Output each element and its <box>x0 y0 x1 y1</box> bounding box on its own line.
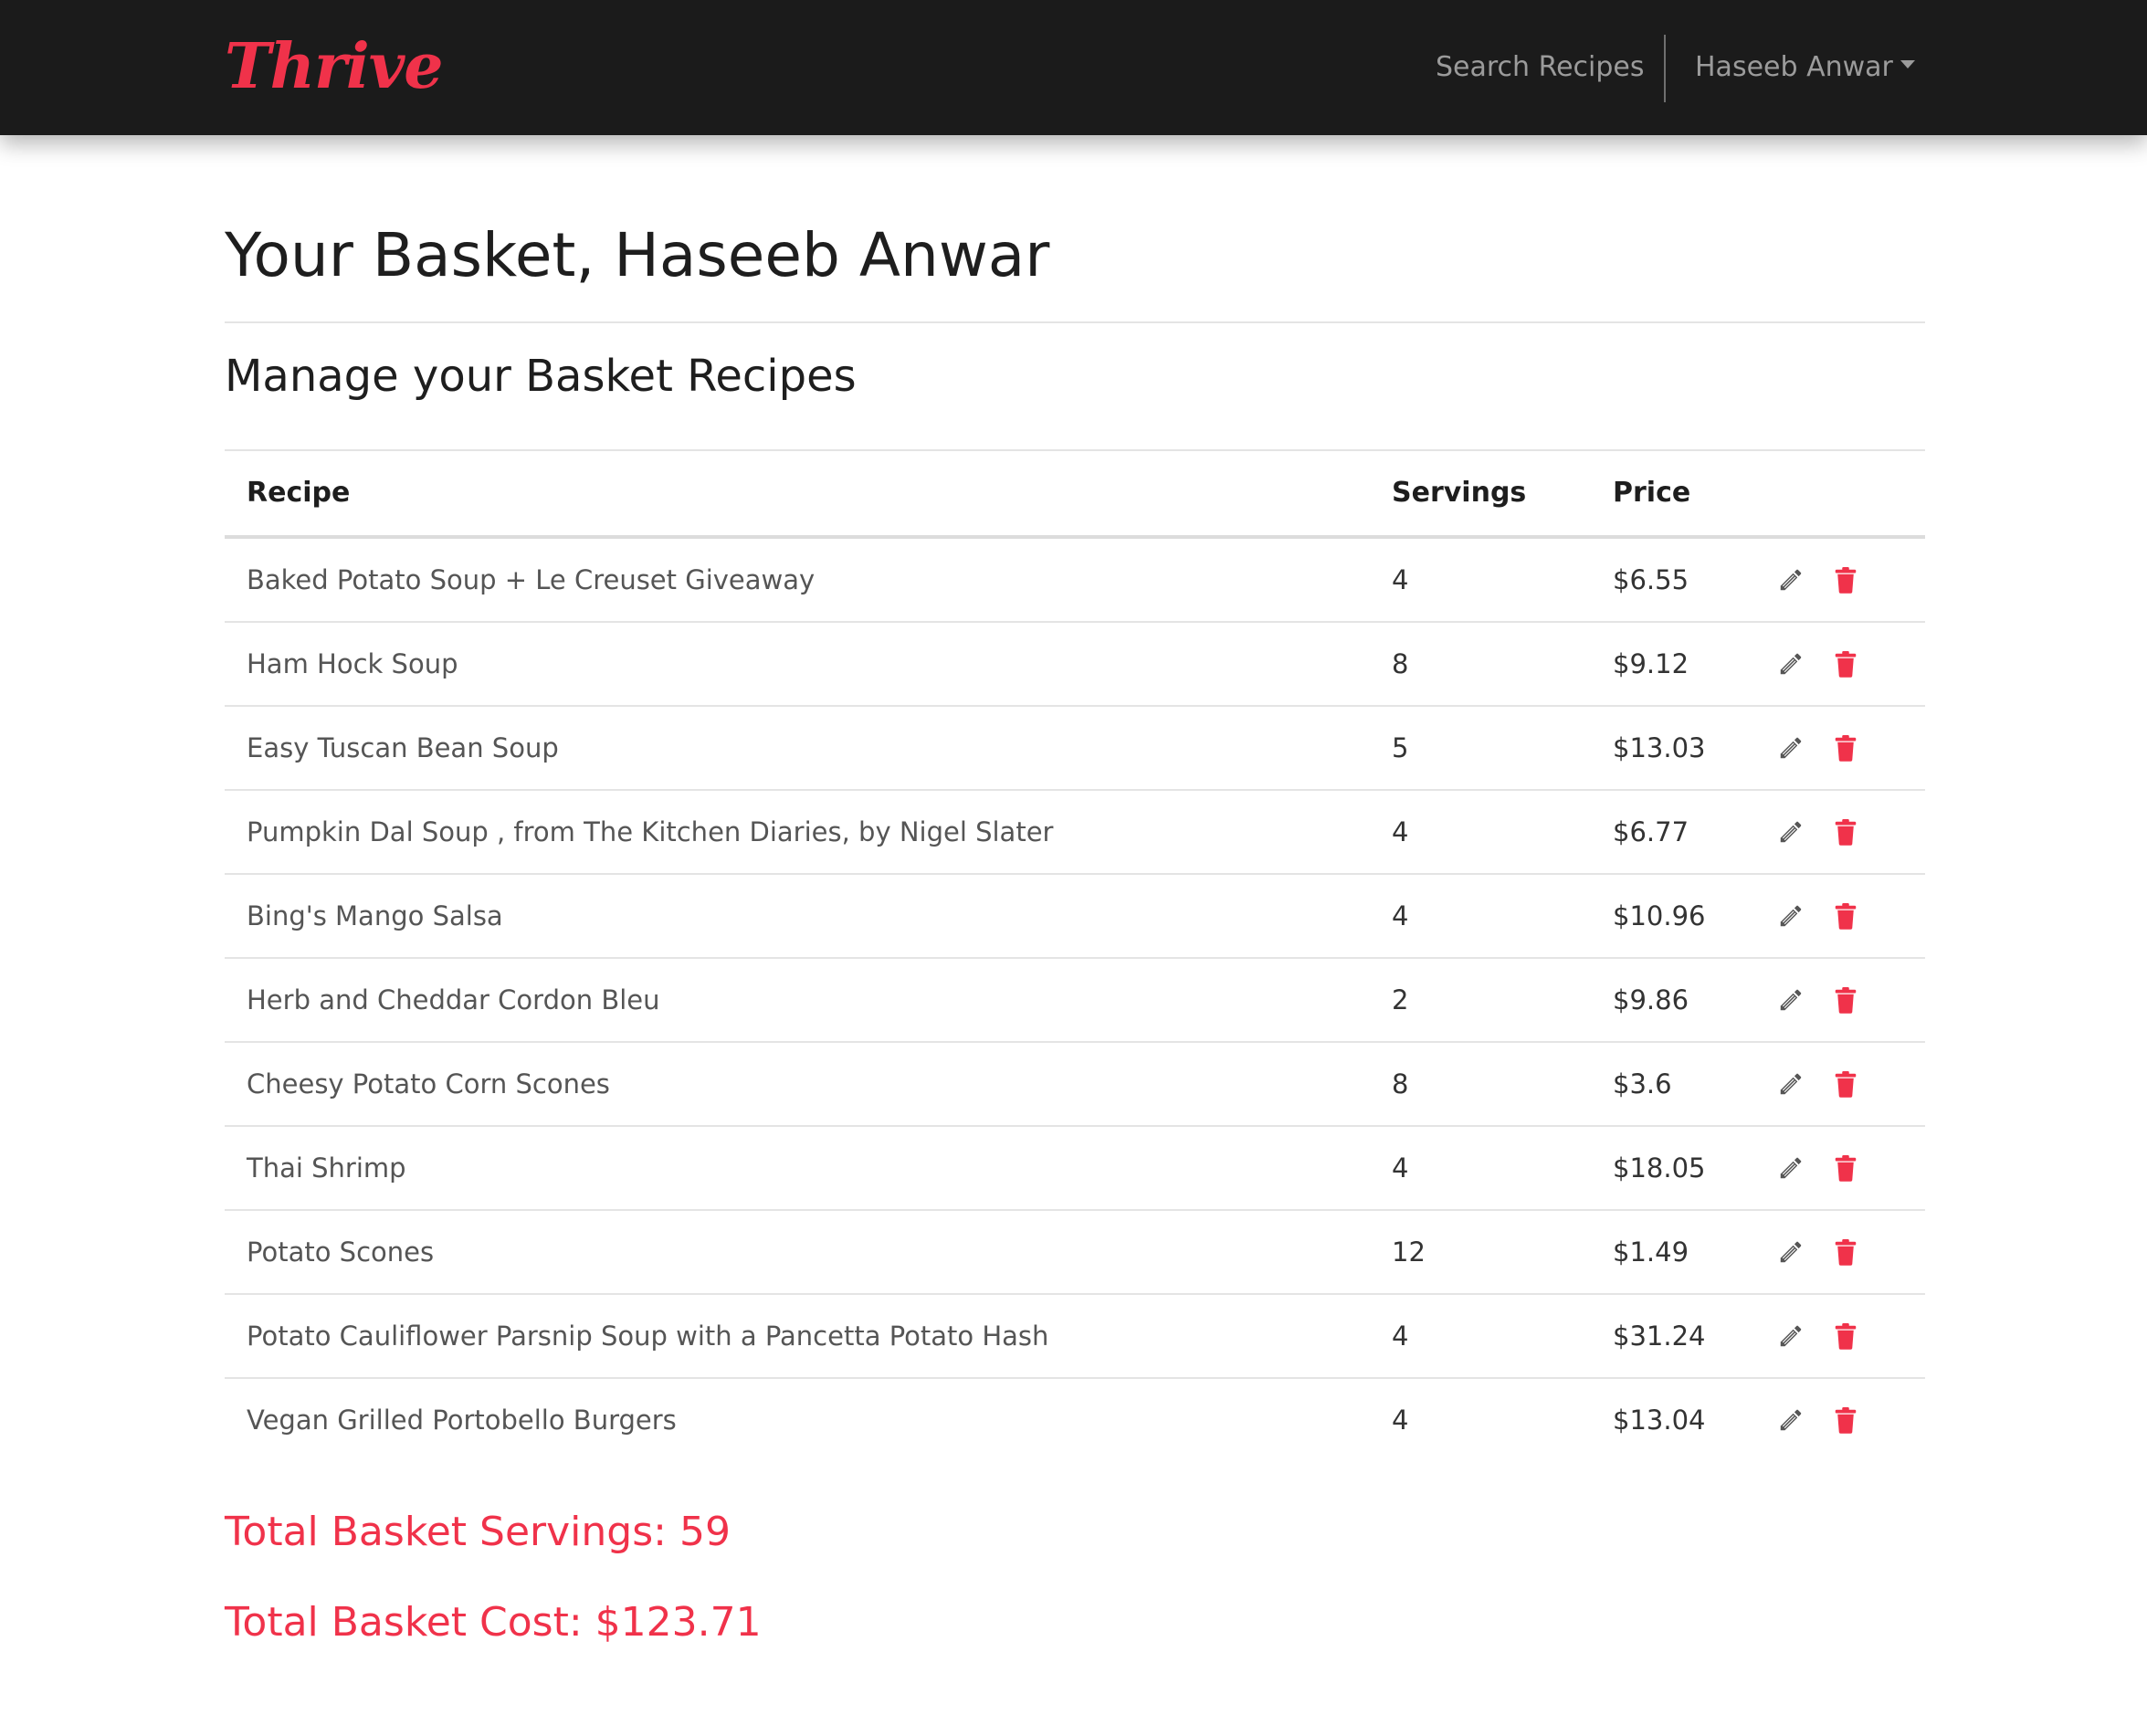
recipe-servings: 5 <box>1392 732 1409 763</box>
nav-search-recipes-link[interactable]: Search Recipes <box>1436 46 1645 89</box>
pencil-icon[interactable] <box>1775 1152 1806 1184</box>
page-title: Your Basket, Haseeb Anwar <box>225 220 1050 290</box>
pencil-icon[interactable] <box>1775 816 1806 847</box>
trash-icon[interactable] <box>1830 984 1861 1015</box>
recipe-price: $6.55 <box>1613 564 1689 595</box>
recipe-servings: 4 <box>1392 1405 1409 1436</box>
pencil-icon[interactable] <box>1775 732 1806 763</box>
recipe-servings: 8 <box>1392 1068 1409 1099</box>
trash-icon[interactable] <box>1830 732 1861 763</box>
recipe-servings: 8 <box>1392 648 1409 679</box>
recipe-price: $18.05 <box>1613 1152 1706 1184</box>
title-divider <box>225 321 1925 323</box>
row-actions <box>1775 707 1861 789</box>
recipe-name: Pumpkin Dal Soup , from The Kitchen Diar… <box>247 816 1054 847</box>
recipe-price: $9.86 <box>1613 984 1689 1015</box>
recipe-name: Potato Scones <box>247 1236 435 1268</box>
recipe-price: $6.77 <box>1613 816 1689 847</box>
recipe-price: $10.96 <box>1613 900 1706 931</box>
table-row: Ham Hock Soup 8 $9.12 <box>225 623 1925 707</box>
nav-divider <box>1664 35 1666 102</box>
recipe-price: $9.12 <box>1613 648 1689 679</box>
row-actions <box>1775 1379 1861 1461</box>
row-actions <box>1775 875 1861 957</box>
trash-icon[interactable] <box>1830 816 1861 847</box>
recipe-price: $1.49 <box>1613 1236 1689 1268</box>
row-actions <box>1775 1127 1861 1209</box>
recipe-servings: 12 <box>1392 1236 1426 1268</box>
recipe-name: Ham Hock Soup <box>247 648 458 679</box>
recipe-servings: 4 <box>1392 1320 1409 1352</box>
basket-table: Recipe Servings Price Baked Potato Soup … <box>225 449 1925 1461</box>
pencil-icon[interactable] <box>1775 564 1806 595</box>
trash-icon[interactable] <box>1830 564 1861 595</box>
total-cost: Total Basket Cost: $123.71 <box>225 1599 762 1646</box>
header-recipe: Recipe <box>247 477 351 509</box>
pencil-icon[interactable] <box>1775 900 1806 931</box>
pencil-icon[interactable] <box>1775 1236 1806 1268</box>
trash-icon[interactable] <box>1830 1068 1861 1099</box>
recipe-name: Herb and Cheddar Cordon Bleu <box>247 984 660 1015</box>
recipe-servings: 4 <box>1392 816 1409 847</box>
recipe-servings: 4 <box>1392 564 1409 595</box>
recipe-name: Potato Cauliflower Parsnip Soup with a P… <box>247 1320 1049 1352</box>
recipe-name: Thai Shrimp <box>247 1152 406 1184</box>
table-row: Easy Tuscan Bean Soup 5 $13.03 <box>225 707 1925 791</box>
recipe-name: Easy Tuscan Bean Soup <box>247 732 559 763</box>
table-row: Potato Cauliflower Parsnip Soup with a P… <box>225 1295 1925 1379</box>
recipe-price: $3.6 <box>1613 1068 1672 1099</box>
pencil-icon[interactable] <box>1775 648 1806 679</box>
table-row: Thai Shrimp 4 $18.05 <box>225 1127 1925 1211</box>
pencil-icon[interactable] <box>1775 1068 1806 1099</box>
trash-icon[interactable] <box>1830 1236 1861 1268</box>
recipe-name: Cheesy Potato Corn Scones <box>247 1068 610 1099</box>
recipe-servings: 4 <box>1392 1152 1409 1184</box>
table-row: Herb and Cheddar Cordon Bleu 2 $9.86 <box>225 959 1925 1043</box>
row-actions <box>1775 1043 1861 1125</box>
table-row: Baked Potato Soup + Le Creuset Giveaway … <box>225 539 1925 623</box>
table-body: Baked Potato Soup + Le Creuset Giveaway … <box>225 539 1925 1461</box>
recipe-servings: 2 <box>1392 984 1409 1015</box>
total-servings: Total Basket Servings: 59 <box>225 1509 731 1555</box>
recipe-servings: 4 <box>1392 900 1409 931</box>
recipe-price: $13.04 <box>1613 1405 1706 1436</box>
recipe-name: Baked Potato Soup + Le Creuset Giveaway <box>247 564 816 595</box>
row-actions <box>1775 959 1861 1041</box>
header-price: Price <box>1613 477 1691 509</box>
table-row: Vegan Grilled Portobello Burgers 4 $13.0… <box>225 1379 1925 1461</box>
table-header-row: Recipe Servings Price <box>225 451 1925 539</box>
user-menu-label: Haseeb Anwar <box>1695 51 1893 83</box>
brand-logo[interactable]: Thrive <box>225 26 443 108</box>
top-navbar: Thrive Search Recipes Haseeb Anwar <box>0 0 2147 135</box>
recipe-price: $31.24 <box>1613 1320 1706 1352</box>
header-servings: Servings <box>1392 477 1527 509</box>
trash-icon[interactable] <box>1830 1320 1861 1352</box>
trash-icon[interactable] <box>1830 900 1861 931</box>
trash-icon[interactable] <box>1830 1405 1861 1436</box>
table-row: Pumpkin Dal Soup , from The Kitchen Diar… <box>225 791 1925 875</box>
row-actions <box>1775 791 1861 873</box>
pencil-icon[interactable] <box>1775 984 1806 1015</box>
row-actions <box>1775 623 1861 705</box>
row-actions <box>1775 1295 1861 1377</box>
table-row: Cheesy Potato Corn Scones 8 $3.6 <box>225 1043 1925 1127</box>
row-actions <box>1775 1211 1861 1293</box>
recipe-name: Vegan Grilled Portobello Burgers <box>247 1405 677 1436</box>
table-row: Bing's Mango Salsa 4 $10.96 <box>225 875 1925 959</box>
trash-icon[interactable] <box>1830 1152 1861 1184</box>
recipe-name: Bing's Mango Salsa <box>247 900 503 931</box>
caret-down-icon <box>1900 60 1915 68</box>
trash-icon[interactable] <box>1830 648 1861 679</box>
row-actions <box>1775 539 1861 621</box>
user-menu-dropdown[interactable]: Haseeb Anwar <box>1695 46 1915 89</box>
recipe-price: $13.03 <box>1613 732 1706 763</box>
pencil-icon[interactable] <box>1775 1405 1806 1436</box>
table-row: Potato Scones 12 $1.49 <box>225 1211 1925 1295</box>
section-title: Manage your Basket Recipes <box>225 351 857 402</box>
pencil-icon[interactable] <box>1775 1320 1806 1352</box>
